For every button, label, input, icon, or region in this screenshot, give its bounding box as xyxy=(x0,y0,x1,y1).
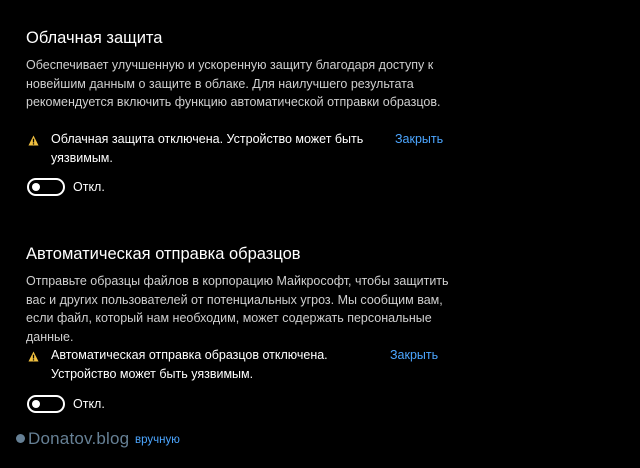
sample-submission-section: Автоматическая отправка образцов Отправь… xyxy=(26,244,456,346)
watermark: Donatov.blog xyxy=(16,429,129,449)
sample-submission-description: Отправьте образцы файлов в корпорацию Ма… xyxy=(26,274,449,344)
cloud-protection-dismiss-link[interactable]: Закрыть xyxy=(395,130,443,149)
warning-triangle-icon xyxy=(28,135,39,146)
cloud-protection-warning: Облачная защита отключена. Устройство мо… xyxy=(28,130,458,170)
cloud-protection-toggle-label: Откл. xyxy=(73,180,105,194)
sample-submission-dismiss-link[interactable]: Закрыть xyxy=(390,346,438,365)
watermark-logo-icon xyxy=(16,434,25,443)
sample-submission-toggle[interactable] xyxy=(27,395,65,413)
watermark-text: Donatov.blog xyxy=(28,429,130,448)
warning-triangle-icon xyxy=(28,351,39,362)
manual-submit-link[interactable]: вручную xyxy=(135,434,180,446)
cloud-protection-title: Облачная защита xyxy=(26,29,163,47)
sample-submission-toggle-label: Откл. xyxy=(73,397,105,411)
toggle-knob xyxy=(32,400,40,408)
cloud-protection-warning-text: Облачная защита отключена. Устройство мо… xyxy=(51,132,364,165)
toggle-knob xyxy=(32,183,40,191)
cloud-protection-toggle[interactable] xyxy=(27,178,65,196)
sample-submission-warning-text: Автоматическая отправка образцов отключе… xyxy=(51,348,328,381)
sample-submission-warning: Автоматическая отправка образцов отключе… xyxy=(28,346,458,386)
cloud-protection-description: Обеспечивает улучшенную и ускоренную защ… xyxy=(26,58,441,109)
cloud-protection-section: Облачная защита Обеспечивает улучшенную … xyxy=(26,28,456,112)
sample-submission-title: Автоматическая отправка образцов xyxy=(26,245,301,263)
